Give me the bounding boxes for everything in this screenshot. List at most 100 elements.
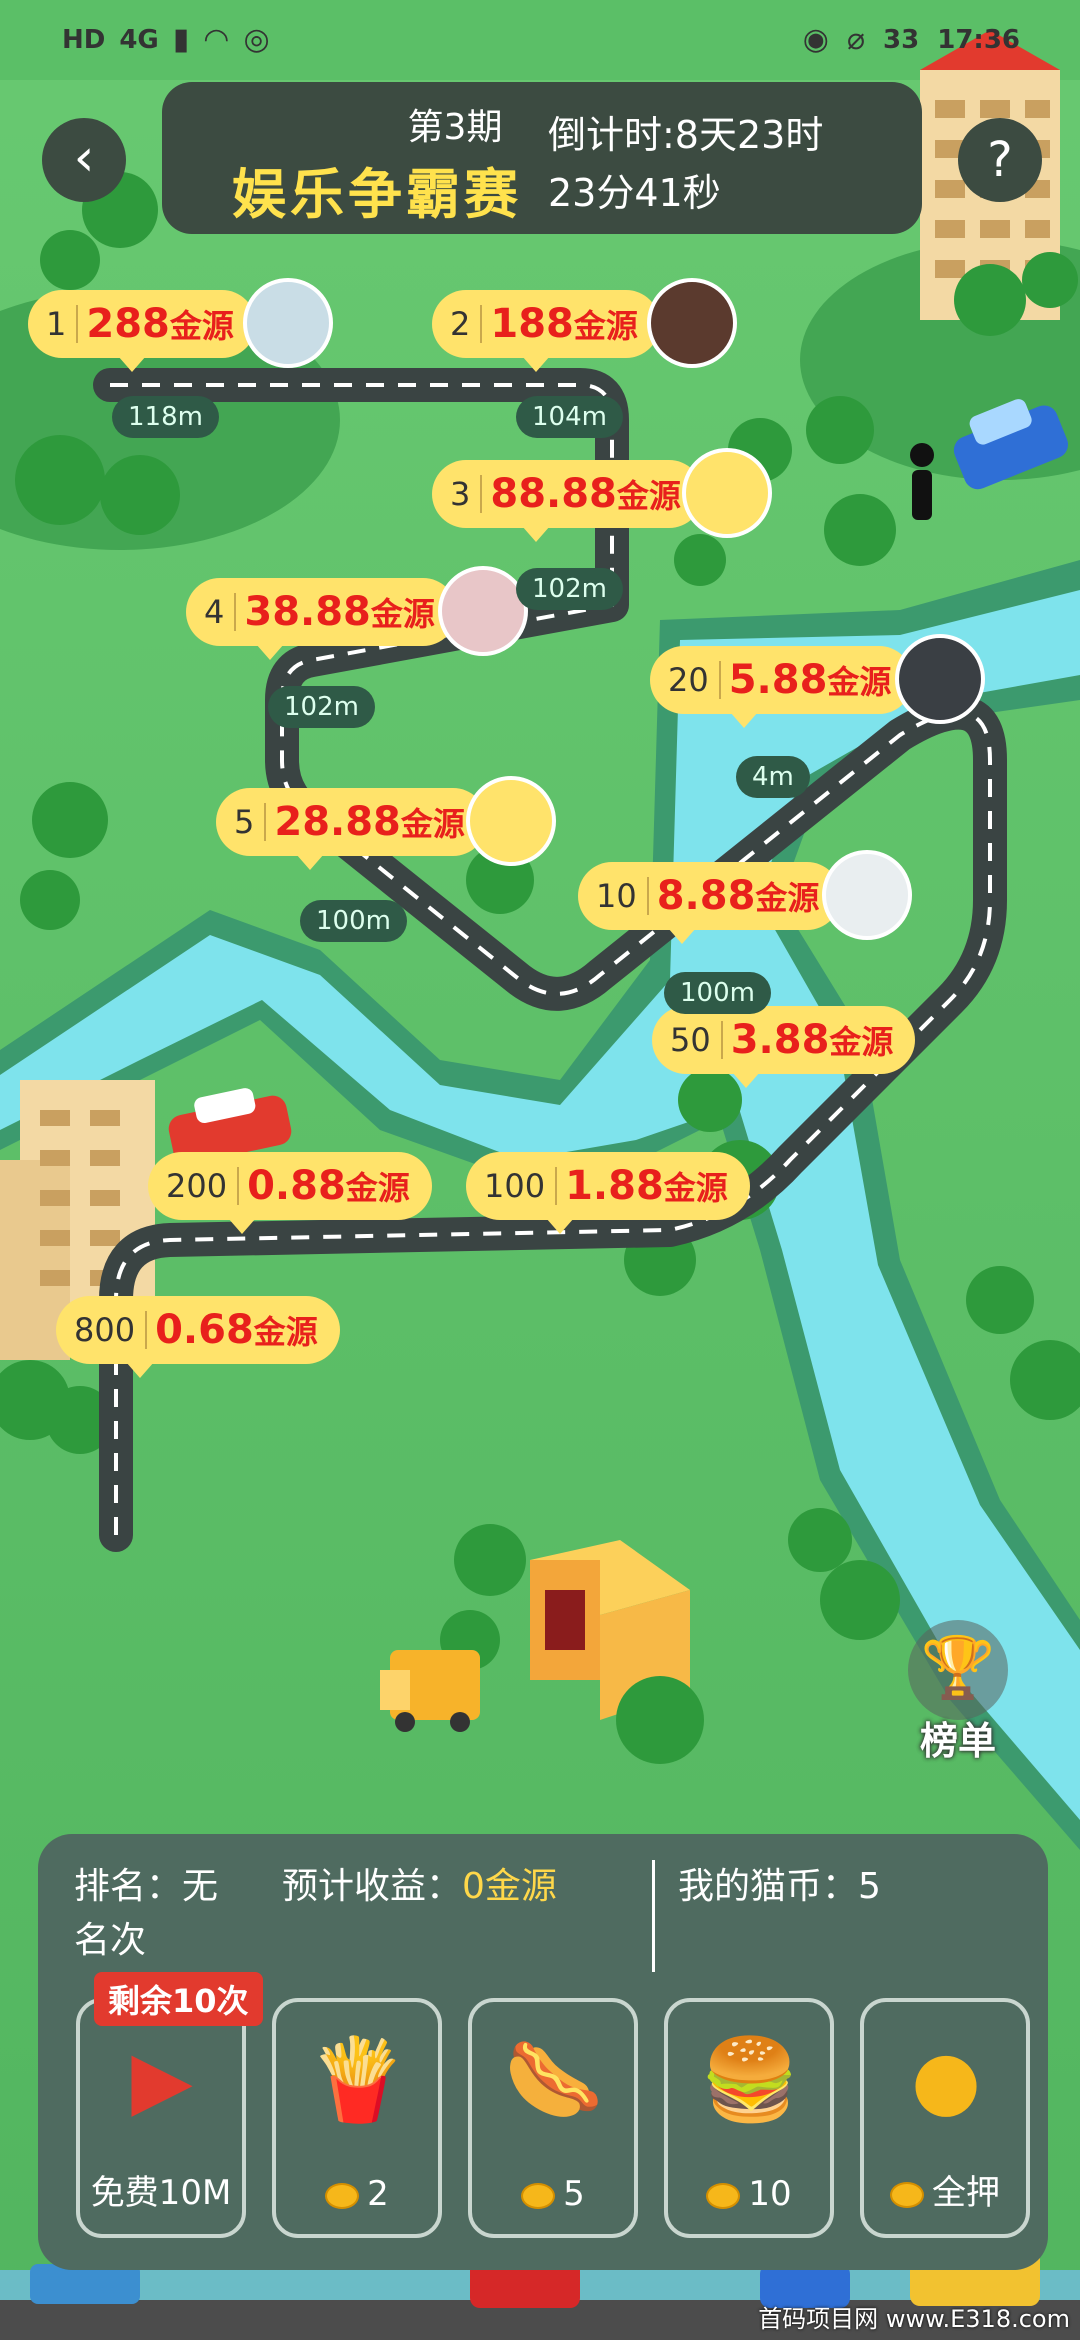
burger-cost: 10 <box>748 2174 792 2214</box>
hotdog-cost: 5 <box>563 2174 585 2214</box>
avatar <box>822 850 912 940</box>
hotdog-button[interactable]: 🌭 5 <box>468 1998 638 2238</box>
trophy-icon: 🏆 <box>908 1620 1008 1720</box>
burger-icon: 🍔 <box>700 2033 800 2126</box>
chevron-left-icon: ‹ <box>73 128 95 188</box>
avatar-empty <box>682 448 772 538</box>
milestone-rank: 5 <box>234 803 267 841</box>
all-in-label: 全押 <box>932 2173 1000 2213</box>
earnings-label: 预计收益： <box>282 1866 463 1907</box>
coin-icon <box>706 2182 741 2209</box>
milestone-unit: 金源 <box>345 1169 410 1207</box>
milestone-rank-10[interactable]: 10 8.88 金源 <box>578 850 912 944</box>
fries-button[interactable]: 🍟 2 <box>272 1998 442 2238</box>
milestone-rank: 50 <box>670 1021 723 1059</box>
hotdog-icon: 🌭 <box>504 2033 604 2126</box>
remaining-badge: 剩余10次 <box>94 1972 263 2026</box>
coin-stack-icon: ● <box>911 2033 981 2126</box>
video-play-icon: ▶ <box>131 2033 193 2126</box>
distance-label: 104m <box>516 396 623 438</box>
milestone-unit: 金源 <box>253 1313 318 1351</box>
milestone-amount: 38.88 <box>244 589 371 635</box>
page-title: 娱乐争霸赛 <box>232 163 522 226</box>
milestone-amount: 28.88 <box>274 799 401 845</box>
milestone-rank: 200 <box>166 1167 240 1205</box>
milestone-rank-1[interactable]: 1 288 金源 <box>28 278 333 372</box>
free-video-button[interactable]: 剩余10次 ▶ 免费10M <box>76 1972 263 2238</box>
milestone-rank-20[interactable]: 20 5.88 金源 <box>650 634 985 728</box>
pedestrian <box>910 443 934 520</box>
milestone-amount: 3.88 <box>730 1017 830 1063</box>
sync-icon: ◎ <box>243 22 270 57</box>
milestone-unit: 金源 <box>616 477 681 515</box>
clock: 17:36 <box>937 24 1020 55</box>
milestone-unit: 金源 <box>370 595 435 633</box>
eye-icon: ◉ <box>802 22 829 57</box>
game-map: HD 4G ▮ ◠ ◎ ◉ ⌀ 33 17:36 ‹ 第3期 娱乐争霸赛 倒计时… <box>0 0 1080 2340</box>
fries-cost: 2 <box>367 2174 389 2214</box>
milestone-unit: 金源 <box>827 663 892 701</box>
milestone-rank: 20 <box>668 661 721 699</box>
coin-icon <box>325 2182 360 2209</box>
milestone-rank: 100 <box>484 1167 558 1205</box>
milestone-unit: 金源 <box>169 307 234 345</box>
distance-label: 4m <box>736 756 810 798</box>
watermark: 首码项目网 www.E318.com <box>758 2305 1070 2333</box>
bet-options: 剩余10次 ▶ 免费10M 🍟 2 🌭 5 🍔 10 ● 全押 <box>76 1972 1030 2238</box>
milestone-amount: 8.88 <box>656 873 756 919</box>
burger-button[interactable]: 🍔 10 <box>664 1998 834 2238</box>
avatar-empty <box>466 776 556 866</box>
coin-icon <box>890 2181 924 2208</box>
milestone-rank-2[interactable]: 2 188 金源 <box>432 278 737 372</box>
network-type: 4G <box>119 24 159 55</box>
leaderboard-button[interactable]: 🏆 榜单 <box>898 1620 1018 1763</box>
milestone-unit: 金源 <box>400 805 465 843</box>
milestone-rank-200[interactable]: 200 0.88 金源 <box>148 1152 432 1234</box>
all-in-button[interactable]: ● 全押 <box>860 1998 1030 2238</box>
milestone-rank-50[interactable]: 50 3.88 金源 <box>652 1006 916 1088</box>
coin-icon <box>521 2182 556 2209</box>
distance-label: 100m <box>664 972 771 1014</box>
milestone-amount: 1.88 <box>565 1163 664 1209</box>
distance-label: 102m <box>268 686 375 728</box>
status-bar: HD 4G ▮ ◠ ◎ ◉ ⌀ 33 17:36 <box>0 0 1080 80</box>
my-coins: 我的猫币：5 <box>678 1866 881 1907</box>
countdown-time: 23分41秒 <box>548 171 721 215</box>
countdown: 倒计时:8天23时 23分41秒 <box>548 106 823 222</box>
milestone-rank-4[interactable]: 4 38.88 金源 <box>186 566 528 660</box>
wifi-icon: ◠ <box>203 22 230 57</box>
milestone-unit: 金源 <box>829 1023 894 1061</box>
milestone-rank: 10 <box>596 877 649 915</box>
milestone-rank: 4 <box>204 593 237 631</box>
milestone-rank: 1 <box>46 305 79 343</box>
fries-icon: 🍟 <box>308 2033 408 2126</box>
milestone-rank-100[interactable]: 100 1.88 金源 <box>466 1152 750 1234</box>
avatar <box>647 278 737 368</box>
milestone-rank: 800 <box>74 1311 148 1349</box>
avatar <box>243 278 333 368</box>
help-button[interactable]: ? <box>958 118 1042 202</box>
my-rank: 排名：无名次 <box>74 1866 219 1961</box>
earnings-value: 0金源 <box>462 1866 557 1907</box>
countdown-days: 倒计时:8天23时 <box>548 113 824 157</box>
milestone-rank-800[interactable]: 800 0.68 金源 <box>56 1296 340 1378</box>
milestone-amount: 288 <box>86 301 170 347</box>
hd-indicator: HD <box>62 24 106 55</box>
milestone-amount: 0.88 <box>247 1163 346 1209</box>
free-video-label: 免费10M <box>90 2173 232 2213</box>
header-panel: 第3期 娱乐争霸赛 倒计时:8天23时 23分41秒 <box>162 82 922 234</box>
milestone-amount: 88.88 <box>490 471 617 517</box>
signal-icon: ▮ <box>172 22 190 57</box>
avatar <box>438 566 528 656</box>
divider <box>652 1860 655 1972</box>
milestone-rank-5[interactable]: 5 28.88 金源 <box>216 776 556 870</box>
milestone-amount: 188 <box>490 301 574 347</box>
milestone-rank: 2 <box>450 305 483 343</box>
milestone-rank-3[interactable]: 3 88.88 金源 <box>432 448 772 542</box>
battery-level: 33 <box>883 24 920 55</box>
milestone-unit: 金源 <box>755 879 820 917</box>
back-button[interactable]: ‹ <box>42 118 126 202</box>
bottom-panel: 排名：无名次 预计收益：0金源 我的猫币：5 剩余10次 ▶ 免费10M 🍟 2… <box>38 1834 1048 2270</box>
milestone-unit: 金源 <box>573 307 638 345</box>
mute-icon: ⌀ <box>846 22 866 57</box>
